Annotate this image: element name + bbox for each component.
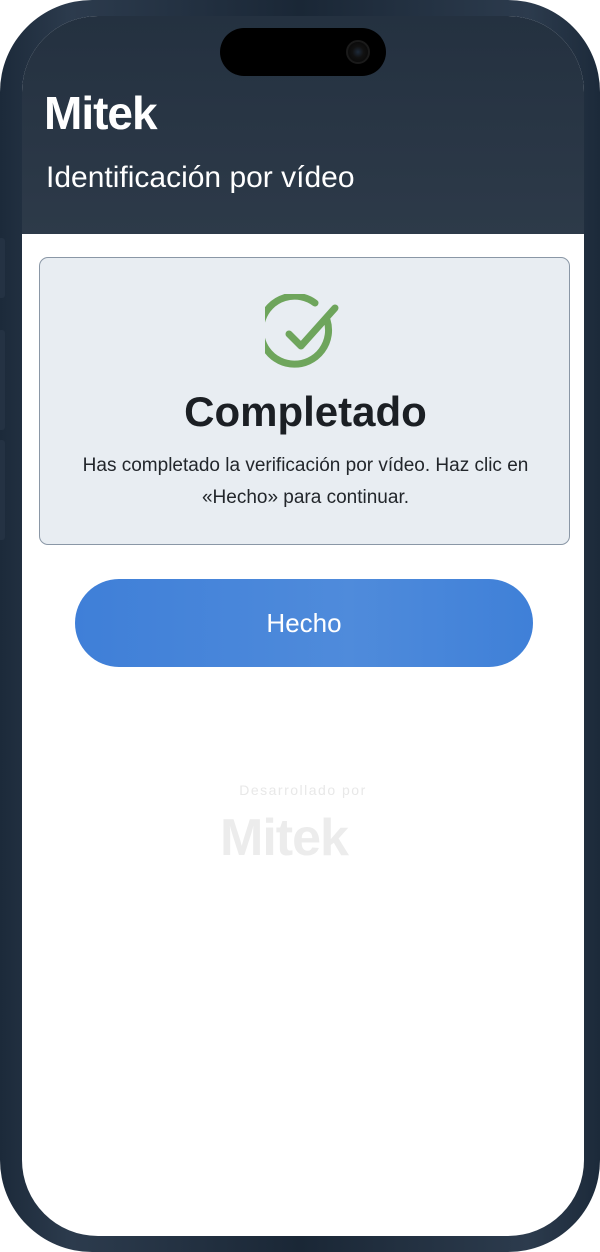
check-circle-icon [265, 294, 339, 368]
dynamic-island [220, 28, 386, 76]
volume-up-button [0, 330, 5, 430]
brand-logo-text: Mitek [44, 87, 158, 139]
footer-logo: Mitek [220, 809, 349, 867]
app-header: Mitek Identificación por vídeo [22, 16, 584, 234]
status-title: Completado [184, 388, 427, 435]
action-button [0, 238, 5, 298]
powered-by-label: Desarrollado por [239, 782, 367, 798]
phone-frame: Mitek Identificación por vídeo Completad… [0, 0, 600, 1252]
camera-icon [346, 40, 370, 64]
status-message: Has completado la verificación por vídeo… [82, 455, 529, 508]
volume-down-button [0, 440, 5, 540]
page-title: Identificación por vídeo [46, 161, 355, 194]
status-card: Completado Has completado la verificació… [39, 257, 570, 545]
done-button[interactable]: Hecho [75, 579, 533, 667]
brand-logo: Mitek [44, 87, 158, 139]
phone-screen: Mitek Identificación por vídeo Completad… [22, 16, 584, 1236]
